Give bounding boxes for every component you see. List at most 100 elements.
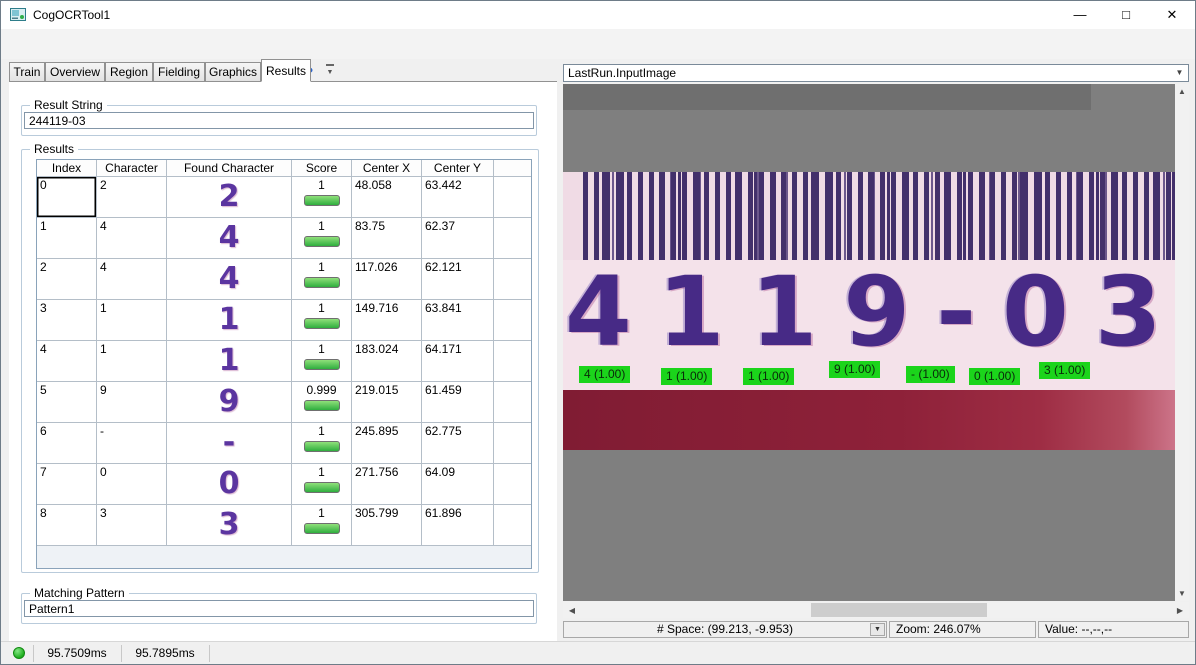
result-string-field[interactable] (24, 112, 534, 129)
cell-center-y[interactable]: 63.841 (422, 300, 494, 341)
cell-extra[interactable] (494, 341, 531, 382)
cell-score[interactable]: 1 (292, 259, 352, 300)
cell-found-character[interactable]: 1 (167, 300, 292, 341)
minimize-button[interactable]: — (1057, 1, 1103, 29)
scroll-right-icon[interactable]: ▶ (1173, 606, 1187, 615)
cell-character[interactable]: 2 (97, 177, 167, 218)
cell-center-x[interactable]: 149.716 (352, 300, 422, 341)
tab-results[interactable]: Results (261, 59, 311, 82)
cell-center-y[interactable]: 61.459 (422, 382, 494, 423)
image-display[interactable]: 4119-03 4 (1.00) 1 (1.00) 1 (1.00) 9 (1.… (563, 84, 1175, 601)
cell-index[interactable]: 6 (37, 423, 97, 464)
cell-index[interactable]: 0 (37, 177, 97, 218)
cell-center-y[interactable]: 62.121 (422, 259, 494, 300)
tab-train[interactable]: Train (9, 62, 45, 81)
score-value: 1 (292, 178, 351, 192)
status-separator (121, 645, 122, 662)
cell-extra[interactable] (494, 177, 531, 218)
cell-index[interactable]: 7 (37, 464, 97, 505)
column-header-found[interactable]: Found Character (167, 160, 292, 177)
cell-found-character[interactable]: - (167, 423, 292, 464)
cell-score[interactable]: 1 (292, 464, 352, 505)
horizontal-scrollbar[interactable]: ◀ ▶ (563, 602, 1189, 618)
cell-index[interactable]: 5 (37, 382, 97, 423)
cell-index[interactable]: 3 (37, 300, 97, 341)
toolbar-overflow-button[interactable]: ▼ (323, 62, 337, 82)
column-header-center-x[interactable]: Center X (352, 160, 422, 177)
cell-index[interactable]: 4 (37, 341, 97, 382)
scroll-up-icon[interactable]: ▲ (1175, 87, 1189, 96)
cell-score[interactable]: 1 (292, 423, 352, 464)
cell-index[interactable]: 1 (37, 218, 97, 259)
cell-center-x[interactable]: 48.058 (352, 177, 422, 218)
cell-center-y[interactable]: 62.37 (422, 218, 494, 259)
cell-extra[interactable] (494, 505, 531, 546)
scroll-down-icon[interactable]: ▼ (1175, 589, 1189, 598)
maximize-button[interactable]: □ (1103, 1, 1149, 29)
cell-character[interactable]: 1 (97, 300, 167, 341)
run-time: 95.7509ms (35, 646, 119, 660)
barcode-stripes (583, 172, 1175, 260)
cell-center-x[interactable]: 271.756 (352, 464, 422, 505)
cell-score[interactable]: 1 (292, 505, 352, 546)
tab-fielding[interactable]: Fielding (153, 62, 205, 81)
tab-graphics[interactable]: Graphics (205, 62, 261, 81)
cell-center-y[interactable]: 64.171 (422, 341, 494, 382)
cell-found-character[interactable]: 2 (167, 177, 292, 218)
cell-center-x[interactable]: 245.895 (352, 423, 422, 464)
chevron-down-icon: ▼ (874, 626, 881, 633)
vertical-scrollbar[interactable]: ▲ ▼ (1175, 84, 1189, 601)
cell-found-character[interactable]: 3 (167, 505, 292, 546)
cell-character[interactable]: 4 (97, 259, 167, 300)
cell-found-character[interactable]: 4 (167, 259, 292, 300)
cell-index[interactable]: 2 (37, 259, 97, 300)
cell-extra[interactable] (494, 382, 531, 423)
space-dropdown-button[interactable]: ▼ (870, 623, 885, 636)
cell-found-character[interactable]: 9 (167, 382, 292, 423)
column-header-center-y[interactable]: Center Y (422, 160, 494, 177)
input-image-selector[interactable]: LastRun.InputImage ▼ (563, 64, 1189, 82)
cell-character[interactable]: - (97, 423, 167, 464)
close-button[interactable]: ✕ (1149, 1, 1195, 29)
cell-center-y[interactable]: 61.896 (422, 505, 494, 546)
cell-extra[interactable] (494, 464, 531, 505)
cell-score[interactable]: 0.999 (292, 382, 352, 423)
cell-center-y[interactable]: 64.09 (422, 464, 494, 505)
cell-center-x[interactable]: 305.799 (352, 505, 422, 546)
cell-score[interactable]: 1 (292, 300, 352, 341)
column-header-index[interactable]: Index (37, 160, 97, 177)
cell-center-x[interactable]: 117.026 (352, 259, 422, 300)
cell-character[interactable]: 1 (97, 341, 167, 382)
cell-index[interactable]: 8 (37, 505, 97, 546)
cell-center-x[interactable]: 183.024 (352, 341, 422, 382)
cell-found-character[interactable]: 1 (167, 341, 292, 382)
cell-found-character[interactable]: 4 (167, 218, 292, 259)
cell-center-x[interactable]: 83.75 (352, 218, 422, 259)
cell-center-x[interactable]: 219.015 (352, 382, 422, 423)
cell-center-y[interactable]: 63.442 (422, 177, 494, 218)
cell-extra[interactable] (494, 300, 531, 341)
cell-score[interactable]: 1 (292, 341, 352, 382)
combo-dropdown-icon[interactable]: ▼ (1171, 65, 1188, 81)
cell-extra[interactable] (494, 423, 531, 464)
cell-character[interactable]: 0 (97, 464, 167, 505)
tab-overview[interactable]: Overview (45, 62, 105, 81)
column-header-character[interactable]: Character (97, 160, 167, 177)
cell-center-y[interactable]: 62.775 (422, 423, 494, 464)
cell-character[interactable]: 9 (97, 382, 167, 423)
cell-extra[interactable] (494, 259, 531, 300)
column-header-extra[interactable] (494, 160, 531, 177)
app-icon[interactable] (10, 7, 26, 23)
horizontal-scroll-thumb[interactable] (811, 603, 987, 617)
tab-region[interactable]: Region (105, 62, 153, 81)
cell-extra[interactable] (494, 218, 531, 259)
matching-pattern-field[interactable] (24, 600, 534, 617)
cell-found-character[interactable]: 0 (167, 464, 292, 505)
cell-character[interactable]: 4 (97, 218, 167, 259)
cell-character[interactable]: 3 (97, 505, 167, 546)
scroll-left-icon[interactable]: ◀ (565, 606, 579, 615)
cell-score[interactable]: 1 (292, 177, 352, 218)
cell-score[interactable]: 1 (292, 218, 352, 259)
found-character-glyph: 4 (167, 218, 291, 257)
column-header-score[interactable]: Score (292, 160, 352, 177)
